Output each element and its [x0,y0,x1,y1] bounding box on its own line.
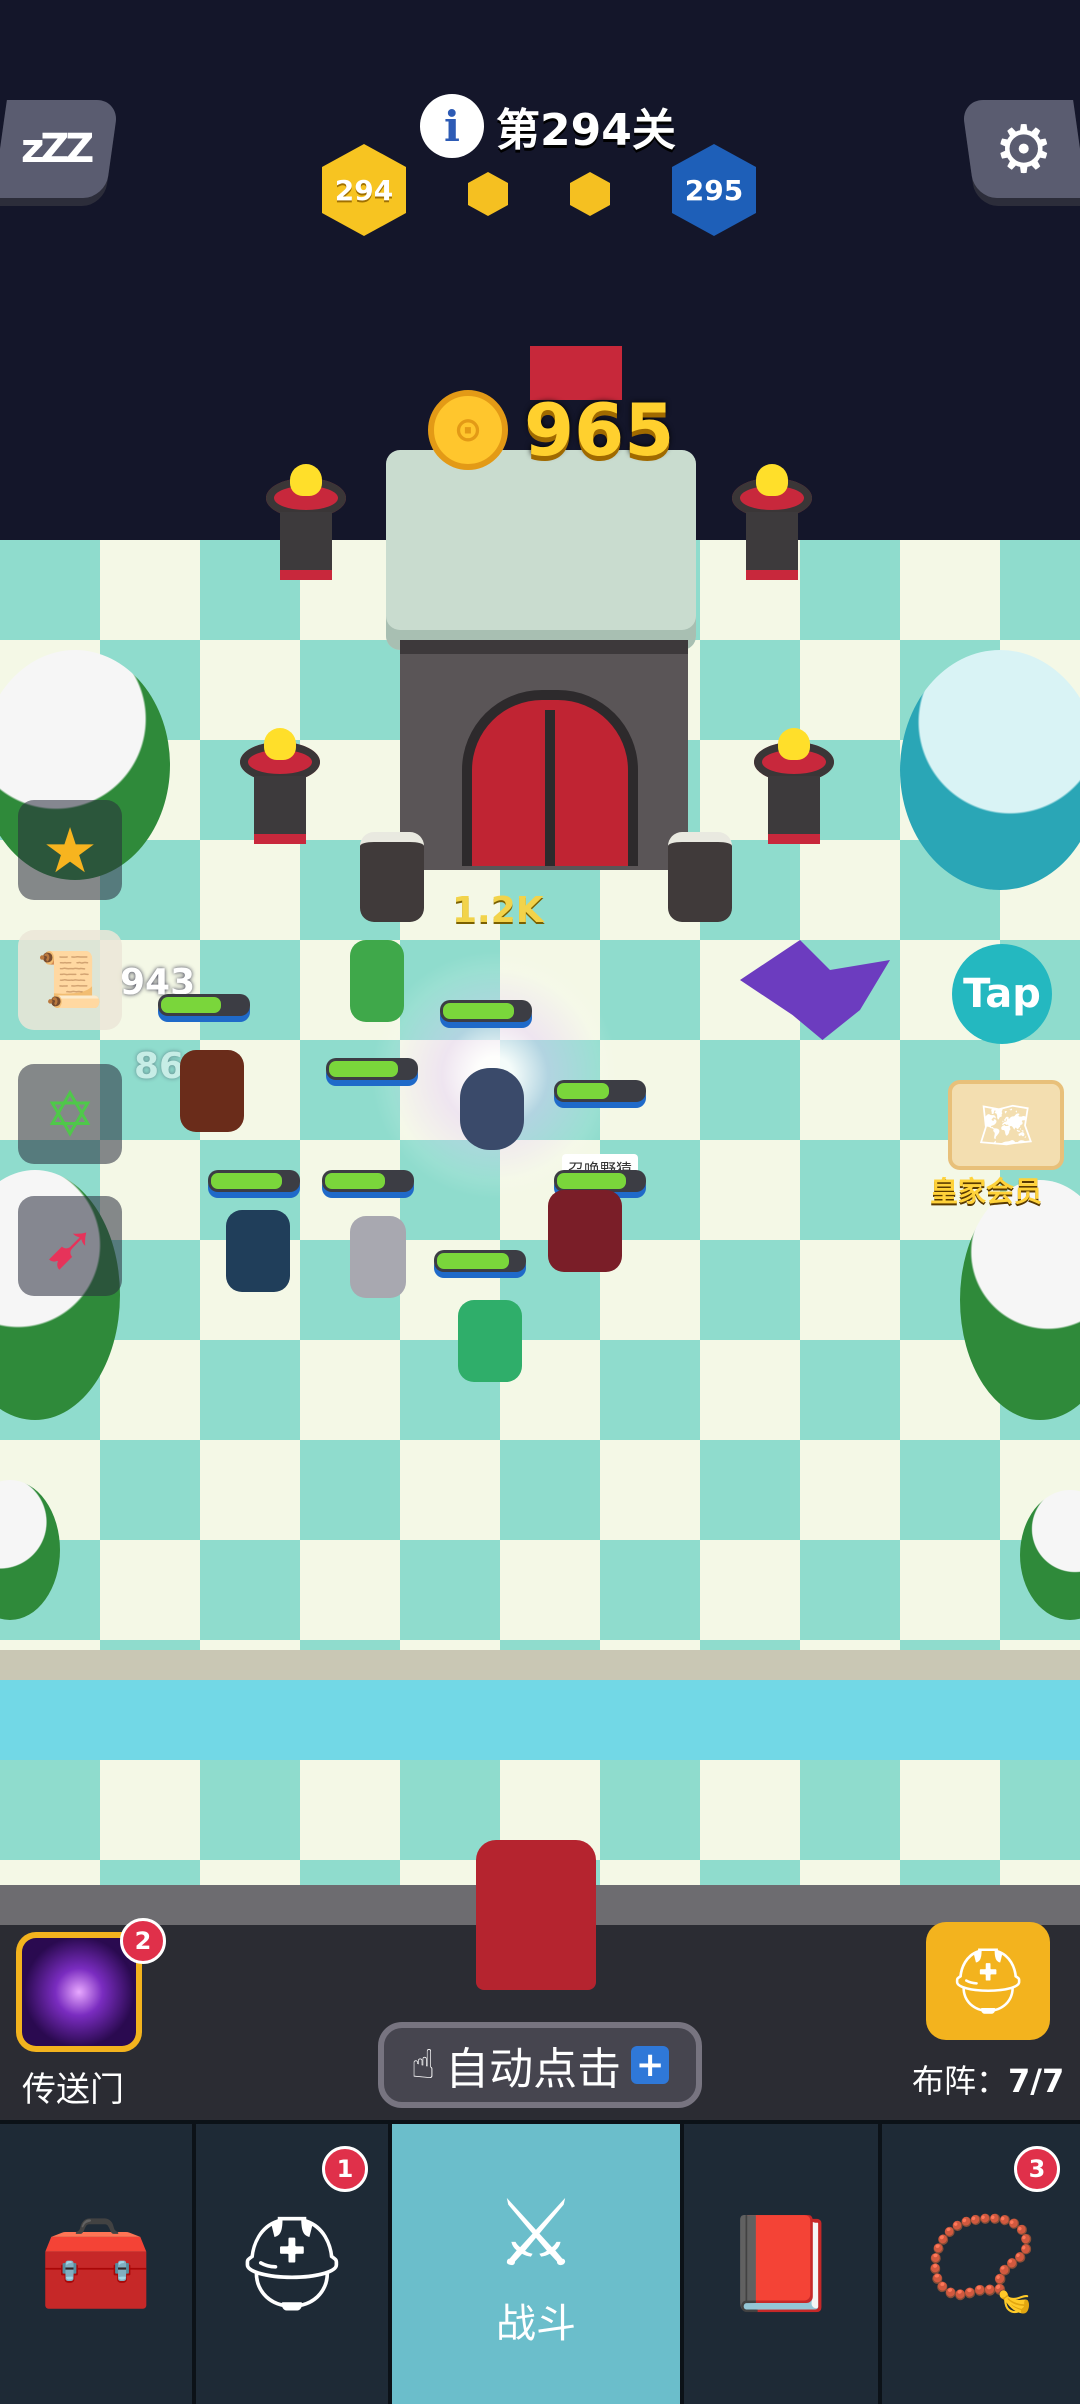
tab-heroes[interactable]: ⛑ 1 [196,2124,392,2404]
castle-roof [386,450,696,650]
portal-label: 传送门 [22,2070,124,2110]
hexagram-button[interactable]: ✡ [18,1064,122,1164]
brazier-mid-left [240,728,320,844]
hero-hp-bar [434,1250,526,1272]
water-strip [0,1680,1080,1760]
hero-hp-bar [554,1170,646,1192]
trophy-star-icon: ★ [42,813,98,887]
sleep-icon: zZZ [21,126,91,172]
level-title: i 第294关 [420,88,676,164]
amulet-badge: 3 [1014,2146,1060,2192]
gear-icon: ⚙ [994,110,1054,188]
scroll-icon: 📜 [36,948,104,1011]
plus-icon: + [631,2045,670,2085]
stage-progress-dot [468,172,508,216]
spellbook-icon: 📕 [723,2210,839,2317]
tab-spellbook[interactable]: 📕 [684,2124,882,2404]
royal-member-label: 皇家会员 [930,1175,1043,1208]
tab-treasure[interactable]: 🧰 [0,2124,196,2404]
damage-number: 86 [134,1046,185,1087]
castle-door [462,690,638,866]
info-icon[interactable]: i [420,94,484,158]
crossed-swords-icon: ⚔ [494,2179,578,2287]
royal-member-button[interactable]: 🗺 [948,1080,1064,1170]
tab-battle-label: 战斗 [496,2300,576,2347]
current-level-hex: 294 [322,144,406,236]
hero-warlock[interactable] [548,1190,622,1272]
tab-amulet[interactable]: 📿 3 [882,2124,1080,2404]
hero-swordsman[interactable] [350,1216,406,1298]
boost-arrow-button[interactable]: ➹ [18,1196,122,1296]
hero-green-dragonkin[interactable] [458,1300,522,1382]
heroes-badge: 1 [322,2146,368,2192]
stage-progress-dot [570,172,610,216]
trophy-button[interactable]: ★ [18,800,122,900]
portal-badge: 2 [120,1918,166,1964]
hero-hp-bar [554,1080,646,1102]
bottom-tab-bar: 🧰 ⛑ 1 ⚔ 战斗 📕 📿 3 [0,2120,1080,2404]
next-level-hex: 295 [672,144,756,236]
damage-number: 1.2K [452,890,544,931]
hero-mage[interactable] [460,1068,524,1150]
auto-click-label: 自动点击 [445,2044,622,2095]
board-edge [0,1650,1080,1680]
quest-scroll-button[interactable]: 📜 [18,930,122,1030]
winged-helmet-icon: ⛑ [233,2210,351,2317]
hero-hp-bar [322,1170,414,1192]
hero-hp-bar [158,994,250,1016]
player-commander [476,1840,596,1990]
amulet-icon: 📿 [923,2210,1039,2317]
level-label: 第294关 [496,105,676,156]
hero-hp-bar [440,1000,532,1022]
tab-battle[interactable]: ⚔ 战斗 [392,2124,684,2404]
tap-hand-icon: ☝ [410,2042,436,2088]
coin-amount: 965 [524,388,675,472]
gold-coin-icon: ⊙ [428,390,508,470]
treasure-chest-icon: 🧰 [38,2210,154,2317]
coin-counter: ⊙ 965 [428,388,674,472]
formation-label: 布阵： [912,2062,1009,2100]
formation-button[interactable]: ⛑ [926,1922,1050,2040]
brazier-top-left [266,464,346,580]
hero-archer[interactable] [180,1050,244,1132]
royal-map-icon: 🗺 [978,1100,1034,1151]
arrow-icon: ➹ [44,1209,96,1283]
sleep-button[interactable]: zZZ [0,100,119,198]
formation-count: 7/7 [1008,2062,1065,2100]
settings-button[interactable]: ⚙ [961,100,1080,198]
brazier-mid-right [754,728,834,844]
barrel-left [360,832,424,922]
tap-button[interactable]: Tap [952,944,1052,1044]
portal-icon [22,1938,136,2046]
formation-status: 布阵：7/7 [912,2056,1064,2102]
auto-click-button[interactable]: ☝ 自动点击 + [378,2022,702,2108]
hero-hp-bar [208,1170,300,1192]
viking-hero-icon: ⛑ [947,1944,1029,2019]
hero-knight[interactable] [226,1210,290,1292]
hexagram-icon: ✡ [44,1077,96,1151]
brazier-top-right [732,464,812,580]
hero-green-ranger[interactable] [350,940,404,1022]
barrel-right [668,832,732,922]
hero-hp-bar [326,1058,418,1080]
